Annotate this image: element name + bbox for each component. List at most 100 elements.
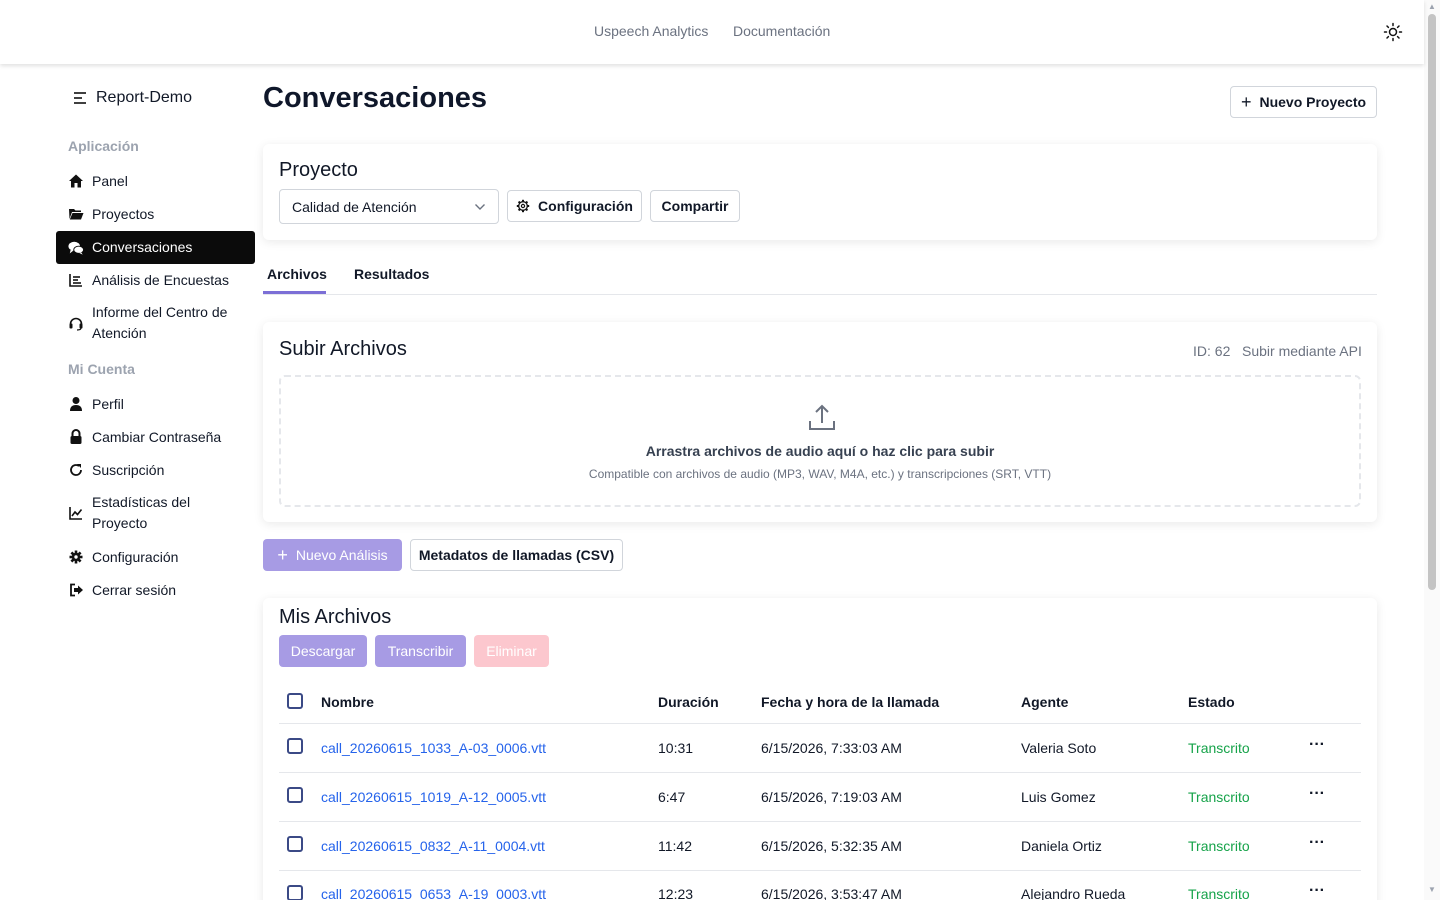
- files-card-title: Mis Archivos: [279, 606, 392, 628]
- file-dropzone[interactable]: Arrastra archivos de audio aquí o haz cl…: [279, 375, 1361, 507]
- status-cell: Transcrito: [1188, 789, 1250, 805]
- line-chart-icon: [68, 505, 84, 521]
- sidebar-item-label: Configuración: [92, 548, 179, 565]
- file-name-link[interactable]: call_20260615_0832_A-11_0004.vtt: [321, 838, 545, 854]
- gear-icon: [516, 199, 530, 213]
- row-checkbox[interactable]: [287, 787, 303, 803]
- headset-icon: [68, 315, 84, 331]
- sidebar-item-configuracion[interactable]: Configuración: [56, 544, 255, 570]
- more-options-icon[interactable]: ···: [1309, 834, 1325, 852]
- chevron-down-icon: [475, 203, 485, 210]
- project-brand[interactable]: Report-Demo: [72, 89, 192, 107]
- tab-resultados[interactable]: Resultados: [354, 266, 429, 282]
- call-metadata-csv-button[interactable]: Metadatos de llamadas (CSV): [410, 539, 623, 571]
- gear-icon: [68, 549, 84, 565]
- sidebar-item-analisis-de-encuestas[interactable]: Análisis de Encuestas: [56, 267, 255, 293]
- sidebar-item-cambiar-contrasena[interactable]: Cambiar Contraseña: [56, 424, 255, 450]
- new-analysis-label: Nuevo Análisis: [295, 547, 388, 563]
- project-config-button[interactable]: Configuración: [507, 190, 642, 222]
- file-name-link[interactable]: call_20260615_0653_A-19_0003.vtt: [321, 886, 546, 900]
- user-icon: [68, 396, 84, 412]
- sidebar-item-label: Cerrar sesión: [92, 581, 177, 598]
- row-checkbox[interactable]: [287, 836, 303, 852]
- sidebar-item-estadisticas-proyecto[interactable]: Estadísticas del Proyecto: [56, 492, 255, 534]
- call-metadata-label: Metadatos de llamadas (CSV): [418, 547, 615, 563]
- plus-icon: +: [1240, 92, 1252, 112]
- column-header-duracion[interactable]: Duración: [658, 694, 719, 710]
- sidebar-item-label: Panel: [92, 172, 128, 189]
- column-header-estado[interactable]: Estado: [1188, 694, 1235, 710]
- transcribe-button[interactable]: Transcribir: [375, 635, 466, 667]
- folder-open-icon: [68, 206, 84, 222]
- sidebar-item-cerrar-sesion[interactable]: Cerrar sesión: [56, 577, 255, 603]
- datetime-cell: 6/15/2026, 7:19:03 AM: [761, 789, 902, 805]
- sidebar-item-label: Proyectos: [92, 205, 155, 222]
- file-name-link[interactable]: call_20260615_1033_A-03_0006.vtt: [321, 740, 546, 756]
- section-title-mi-cuenta: Mi Cuenta: [68, 361, 135, 377]
- file-name-link[interactable]: call_20260615_1019_A-12_0005.vtt: [321, 789, 546, 805]
- download-button[interactable]: Descargar: [279, 635, 367, 667]
- menu-align-icon: [74, 92, 86, 104]
- home-icon: [68, 173, 84, 189]
- duration-cell: 10:31: [658, 740, 694, 756]
- sidebar-item-suscripcion[interactable]: Suscripción: [56, 457, 255, 483]
- duration-cell: 6:47: [658, 789, 686, 805]
- tab-archivos[interactable]: Archivos: [267, 266, 327, 282]
- upload-icon: [809, 404, 835, 430]
- share-button[interactable]: Compartir: [650, 190, 740, 222]
- delete-button[interactable]: Eliminar: [474, 635, 549, 667]
- select-all-checkbox[interactable]: [287, 693, 303, 709]
- column-header-fecha-hora[interactable]: Fecha y hora de la llamada: [761, 694, 939, 710]
- bar-chart-icon: [68, 272, 84, 288]
- project-card-title: Proyecto: [279, 159, 358, 181]
- dropzone-title: Arrastra archivos de audio aquí o haz cl…: [645, 443, 995, 459]
- datetime-cell: 6/15/2026, 5:32:35 AM: [761, 838, 902, 854]
- new-analysis-button[interactable]: + Nuevo Análisis: [263, 539, 402, 571]
- sidebar-item-panel[interactable]: Panel: [56, 168, 255, 194]
- new-project-button[interactable]: + Nuevo Proyecto: [1230, 86, 1377, 118]
- top-bar: Uspeech Analytics Documentación: [0, 0, 1424, 64]
- upload-api-link[interactable]: Subir mediante API: [1242, 343, 1362, 359]
- sidebar-item-label: Informe del Centro de Atención: [92, 304, 228, 341]
- nav-link-documentacion[interactable]: Documentación: [733, 23, 830, 39]
- status-cell: Transcrito: [1188, 886, 1250, 900]
- chat-bubbles-icon: [68, 240, 84, 256]
- more-options-icon[interactable]: ···: [1309, 882, 1325, 900]
- column-header-agente[interactable]: Agente: [1021, 694, 1068, 710]
- sun-icon[interactable]: [1383, 22, 1403, 42]
- project-select[interactable]: Calidad de Atención: [279, 189, 499, 224]
- share-label: Compartir: [661, 198, 729, 214]
- scroll-up-arrow[interactable]: ▲: [1427, 3, 1437, 11]
- sidebar-item-label: Perfil: [92, 395, 124, 412]
- lock-icon: [68, 429, 84, 445]
- project-select-value: Calidad de Atención: [292, 198, 417, 215]
- status-cell: Transcrito: [1188, 740, 1250, 756]
- plus-icon: +: [277, 545, 288, 565]
- active-tab-indicator: [263, 291, 326, 294]
- table-divider: [279, 723, 1361, 724]
- row-checkbox[interactable]: [287, 738, 303, 754]
- more-options-icon[interactable]: ···: [1309, 785, 1325, 803]
- scroll-down-arrow[interactable]: ▼: [1427, 886, 1437, 894]
- row-divider: [279, 870, 1361, 871]
- scrollbar-thumb[interactable]: [1428, 14, 1436, 590]
- sidebar-item-perfil[interactable]: Perfil: [56, 391, 255, 417]
- sidebar-item-label: Conversaciones: [92, 239, 193, 255]
- agent-cell: Daniela Ortiz: [1021, 838, 1102, 854]
- logout-icon: [68, 582, 84, 598]
- duration-cell: 11:42: [658, 838, 692, 854]
- refresh-icon: [68, 462, 84, 478]
- nav-link-uspeech-analytics[interactable]: Uspeech Analytics: [594, 23, 708, 39]
- row-divider: [279, 821, 1361, 822]
- more-options-icon[interactable]: ···: [1309, 736, 1325, 754]
- column-header-nombre[interactable]: Nombre: [321, 694, 374, 710]
- row-checkbox[interactable]: [287, 885, 303, 900]
- project-config-label: Configuración: [538, 198, 633, 214]
- upload-card-title: Subir Archivos: [279, 338, 407, 360]
- sidebar-item-label: Análisis de Encuestas: [92, 271, 229, 288]
- status-cell: Transcrito: [1188, 838, 1250, 854]
- sidebar-item-proyectos[interactable]: Proyectos: [56, 201, 255, 227]
- sidebar-item-informe-centro-atencion[interactable]: Informe del Centro de Atención: [56, 302, 255, 344]
- sidebar-item-conversaciones[interactable]: Conversaciones: [56, 231, 255, 264]
- page-title: Conversaciones: [263, 82, 488, 114]
